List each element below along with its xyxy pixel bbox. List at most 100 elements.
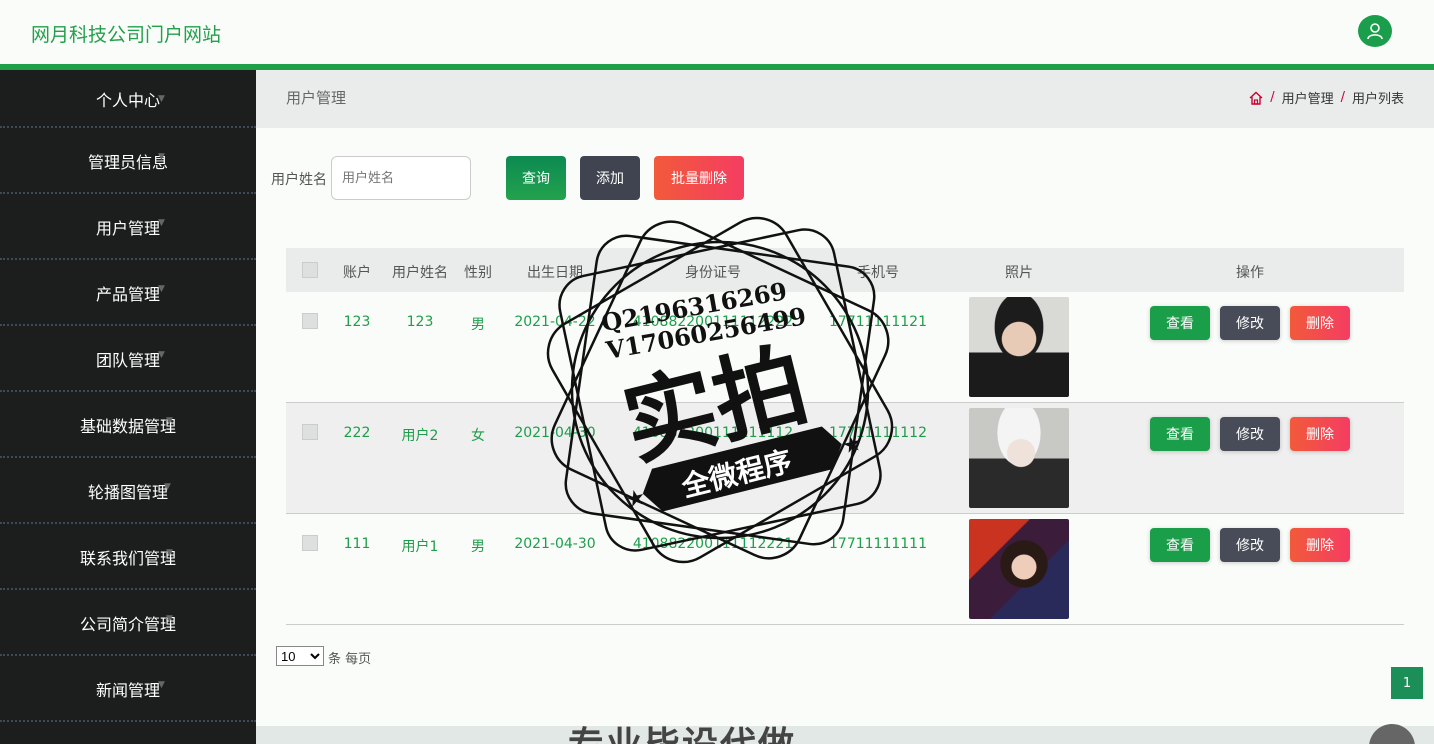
chevron-down-icon: ▼: [158, 94, 165, 104]
sidebar-item-label: 基础数据管理: [79, 417, 176, 436]
cell-gender: 男: [471, 317, 485, 333]
chevron-down-icon: ▼: [166, 614, 173, 624]
sidebar-item-label: 联系我们管理: [79, 549, 176, 568]
sidebar-item-basic-data[interactable]: 基础数据管理 ▼: [0, 392, 256, 458]
chevron-down-icon: ▼: [158, 152, 165, 162]
cell-birth: 2021-04-22: [514, 314, 596, 330]
sidebar: 个人中心 ▼ 管理员信息 ▼ 用户管理 ▼ 产品管理 ▼ 团队管理 ▼ 基础数据管理 ▼ 轮…: [0, 70, 256, 744]
user-avatar-button[interactable]: [1358, 15, 1392, 47]
sidebar-item-label: 管理员信息: [87, 153, 168, 172]
page-size-select[interactable]: 10: [276, 646, 324, 666]
user-table: 账户 用户姓名 性别 出生日期 身份证号 手机号 照片 操作 123 123 男…: [286, 248, 1404, 625]
chevron-down-icon: ▼: [166, 416, 173, 426]
user-photo[interactable]: [969, 408, 1069, 508]
cell-birth: 2021-04-30: [514, 425, 596, 441]
sidebar-item-label: 产品管理: [95, 285, 160, 304]
cell-id-number: 410882200111112222: [632, 314, 794, 330]
footer-banner-text: 专业毕设代做: [568, 716, 796, 744]
edit-button[interactable]: 修改: [1220, 417, 1280, 451]
sidebar-item-label: 轮播图管理: [87, 483, 168, 502]
breadcrumb-bar: 用户管理 / 用户管理 / 用户列表: [256, 70, 1434, 128]
column-header-phone: 手机号: [857, 265, 899, 281]
query-button[interactable]: 查询: [506, 156, 566, 200]
main-content: 用户管理 / 用户管理 / 用户列表 用户姓名 查询 添加 批量删除 账户 用户…: [256, 70, 1434, 744]
sidebar-item-admin-info[interactable]: 管理员信息 ▼: [0, 128, 256, 194]
sidebar-item-label: 公司简介管理: [79, 615, 176, 634]
sidebar-item-team-management[interactable]: 团队管理 ▼: [0, 326, 256, 392]
view-button[interactable]: 查看: [1150, 306, 1210, 340]
sidebar-item-label: 用户管理: [95, 219, 160, 238]
search-label: 用户姓名: [271, 172, 327, 188]
sidebar-item-label: 个人中心: [95, 91, 160, 110]
sidebar-item-label: 团队管理: [95, 351, 160, 370]
column-header-account: 账户: [343, 265, 371, 281]
username-search-input[interactable]: [331, 156, 471, 200]
page-title: 用户管理: [286, 89, 347, 107]
cell-phone: 17711111111: [829, 536, 927, 552]
breadcrumb-item-user-management[interactable]: 用户管理: [1282, 88, 1334, 107]
chevron-down-icon: ▼: [158, 284, 165, 294]
row-checkbox[interactable]: [302, 535, 318, 551]
page-size-label: 条 每页: [328, 652, 372, 667]
cell-phone: 17711111112: [829, 425, 927, 441]
delete-button[interactable]: 删除: [1290, 528, 1350, 562]
page-number-button[interactable]: 1: [1391, 667, 1423, 699]
cell-gender: 男: [471, 539, 485, 555]
column-header-name: 用户姓名: [392, 265, 448, 281]
breadcrumb: / 用户管理 / 用户列表: [1249, 88, 1404, 107]
column-header-gender: 性别: [464, 265, 492, 281]
table-row: 123 123 男 2021-04-22 410882200111112222 …: [286, 292, 1404, 403]
user-photo[interactable]: [969, 297, 1069, 397]
sidebar-item-carousel[interactable]: 轮播图管理 ▼: [0, 458, 256, 524]
column-header-photo: 照片: [1005, 265, 1033, 281]
select-all-checkbox[interactable]: [302, 262, 318, 278]
sidebar-item-product-management[interactable]: 产品管理 ▼: [0, 260, 256, 326]
cell-name: 用户1: [401, 539, 439, 555]
sidebar-item-news[interactable]: 新闻管理 ▼: [0, 656, 256, 722]
cell-name: 用户2: [401, 428, 439, 444]
view-button[interactable]: 查看: [1150, 417, 1210, 451]
view-button[interactable]: 查看: [1150, 528, 1210, 562]
cell-id-number: 410882200111112221: [632, 536, 794, 552]
cell-gender: 女: [471, 428, 485, 444]
home-icon[interactable]: [1249, 91, 1263, 105]
row-checkbox[interactable]: [302, 424, 318, 440]
chevron-down-icon: ▼: [158, 350, 165, 360]
footer-strip: [256, 726, 1434, 744]
top-bar: 网月科技公司门户网站: [0, 0, 1434, 64]
column-header-id-number: 身份证号: [685, 265, 741, 281]
sidebar-item-personal-center[interactable]: 个人中心 ▼: [0, 70, 256, 128]
edit-button[interactable]: 修改: [1220, 306, 1280, 340]
sidebar-item-company-intro[interactable]: 公司简介管理 ▼: [0, 590, 256, 656]
delete-button[interactable]: 删除: [1290, 417, 1350, 451]
delete-button[interactable]: 删除: [1290, 306, 1350, 340]
breadcrumb-separator: /: [1340, 90, 1345, 105]
column-header-actions: 操作: [1236, 265, 1264, 281]
table-row: 111 用户1 男 2021-04-30 410882200111112221 …: [286, 514, 1404, 625]
chevron-down-icon: ▼: [158, 218, 165, 228]
user-icon: [1367, 23, 1383, 40]
table-row: 222 用户2 女 2021-04-30 410882200111111112 …: [286, 403, 1404, 514]
breadcrumb-item-user-list: 用户列表: [1351, 92, 1404, 107]
table-header: 账户 用户姓名 性别 出生日期 身份证号 手机号 照片 操作: [286, 248, 1404, 292]
add-button[interactable]: 添加: [580, 156, 640, 200]
cell-phone: 17711111121: [829, 314, 927, 330]
sidebar-item-user-management[interactable]: 用户管理 ▼: [0, 194, 256, 260]
chevron-down-icon: ▼: [158, 680, 165, 690]
sidebar-item-label: 新闻管理: [95, 681, 160, 700]
cell-id-number: 410882200111111112: [632, 425, 794, 441]
chevron-down-icon: ▼: [164, 482, 171, 492]
cell-birth: 2021-04-30: [514, 536, 596, 552]
site-title: 网月科技公司门户网站: [31, 24, 222, 46]
breadcrumb-separator: /: [1270, 90, 1275, 105]
cell-account: 111: [343, 536, 371, 552]
column-header-birth: 出生日期: [527, 265, 583, 281]
cell-account: 222: [343, 425, 371, 441]
edit-button[interactable]: 修改: [1220, 528, 1280, 562]
batch-delete-button[interactable]: 批量删除: [654, 156, 744, 200]
cell-account: 123: [343, 314, 371, 330]
row-checkbox[interactable]: [302, 313, 318, 329]
sidebar-item-contact-us[interactable]: 联系我们管理 ▼: [0, 524, 256, 590]
user-photo[interactable]: [969, 519, 1069, 619]
cell-name: 123: [406, 314, 434, 330]
